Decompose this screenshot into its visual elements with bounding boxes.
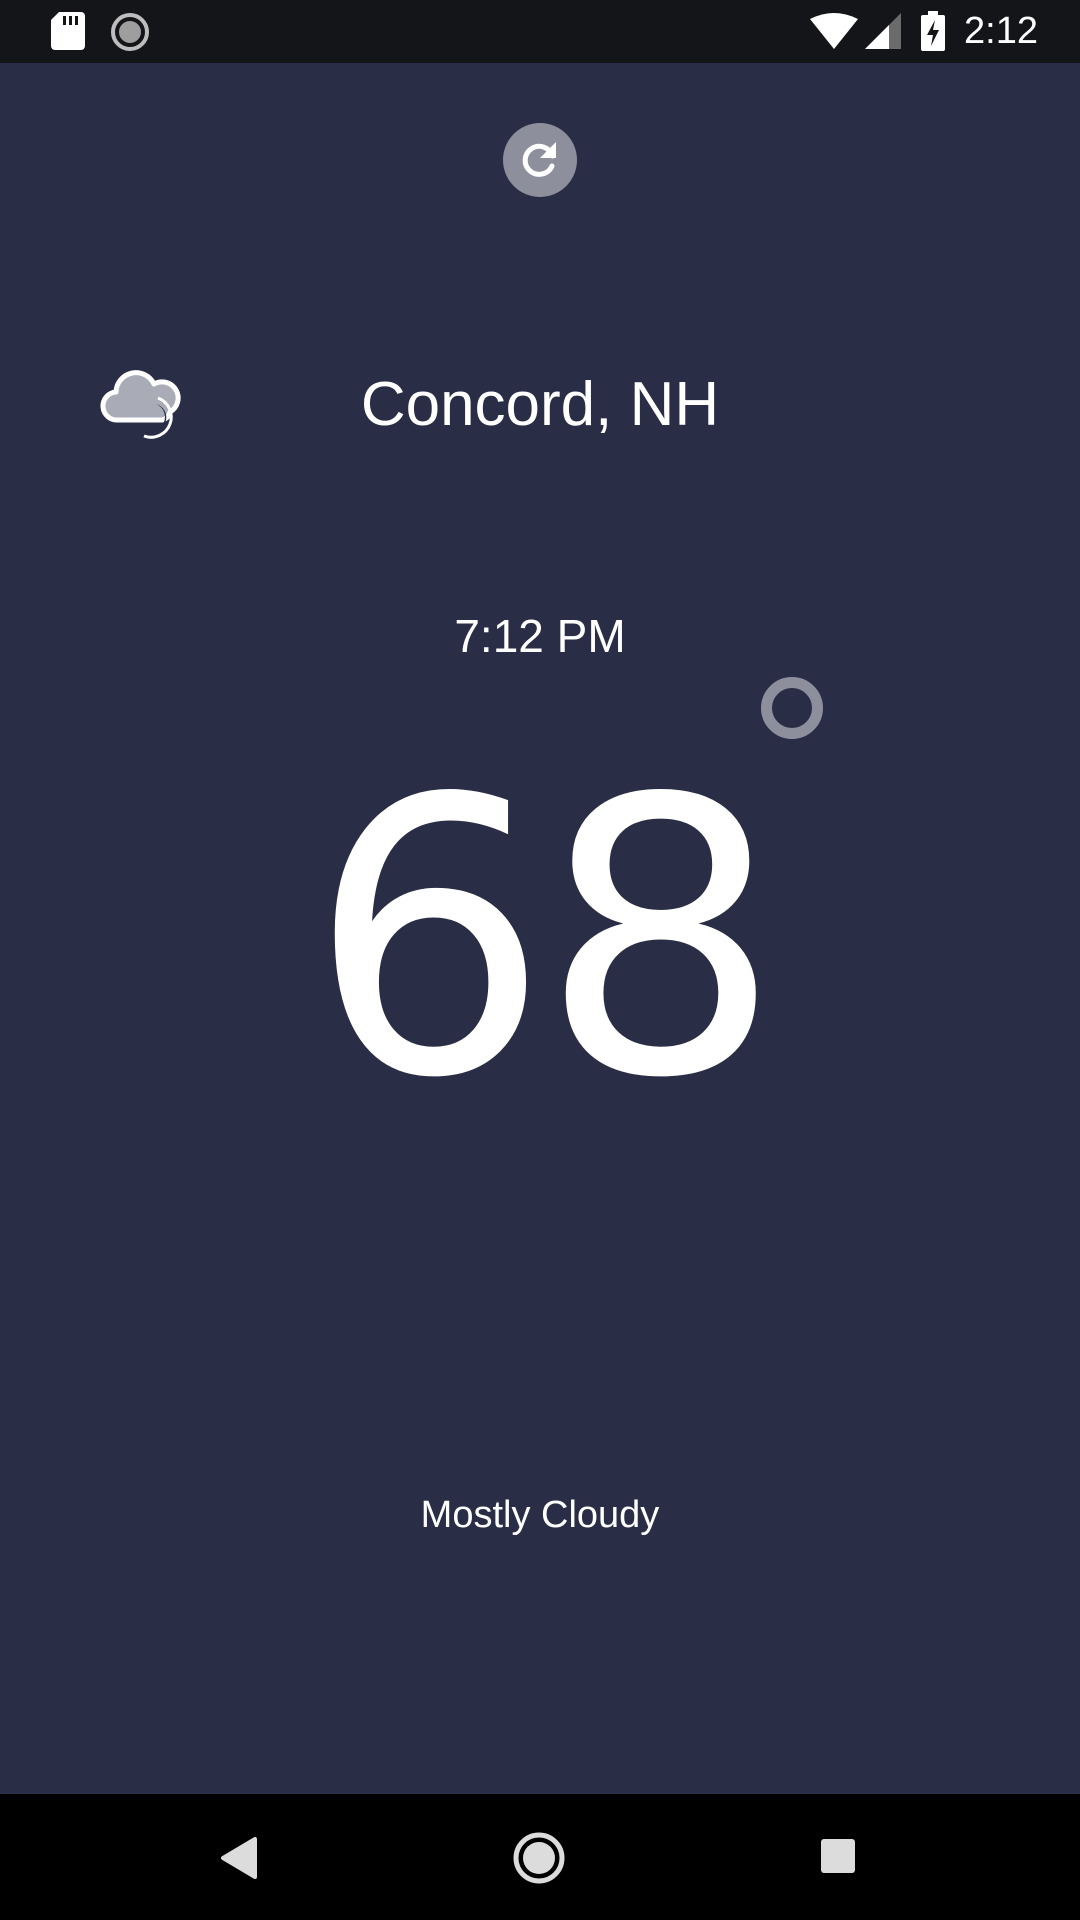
local-time: 7:12 PM [454,610,626,662]
recents-icon[interactable] [820,1838,856,1874]
refresh-icon [522,142,556,177]
battery-charging-icon [921,11,945,51]
back-icon[interactable] [215,1833,265,1883]
condition-text: Mostly Cloudy [420,1494,660,1536]
sd-card-icon [51,12,85,50]
status-time: 2:12 [964,10,1038,52]
home-icon[interactable] [512,1831,566,1885]
partly-cloudy-night-icon [100,370,181,439]
status-bar: 2:12 [0,0,1080,63]
refresh-button[interactable] [503,123,577,197]
weather-screen: 2:12 Concord, NH 7:12 PM 68 Mostly Cloud… [0,0,1080,1920]
temperature-value: 68 [308,718,782,1161]
sync-icon [111,13,149,51]
wifi-icon [810,13,858,49]
city-name: Concord, NH [360,370,720,439]
cell-signal-icon [865,13,901,49]
